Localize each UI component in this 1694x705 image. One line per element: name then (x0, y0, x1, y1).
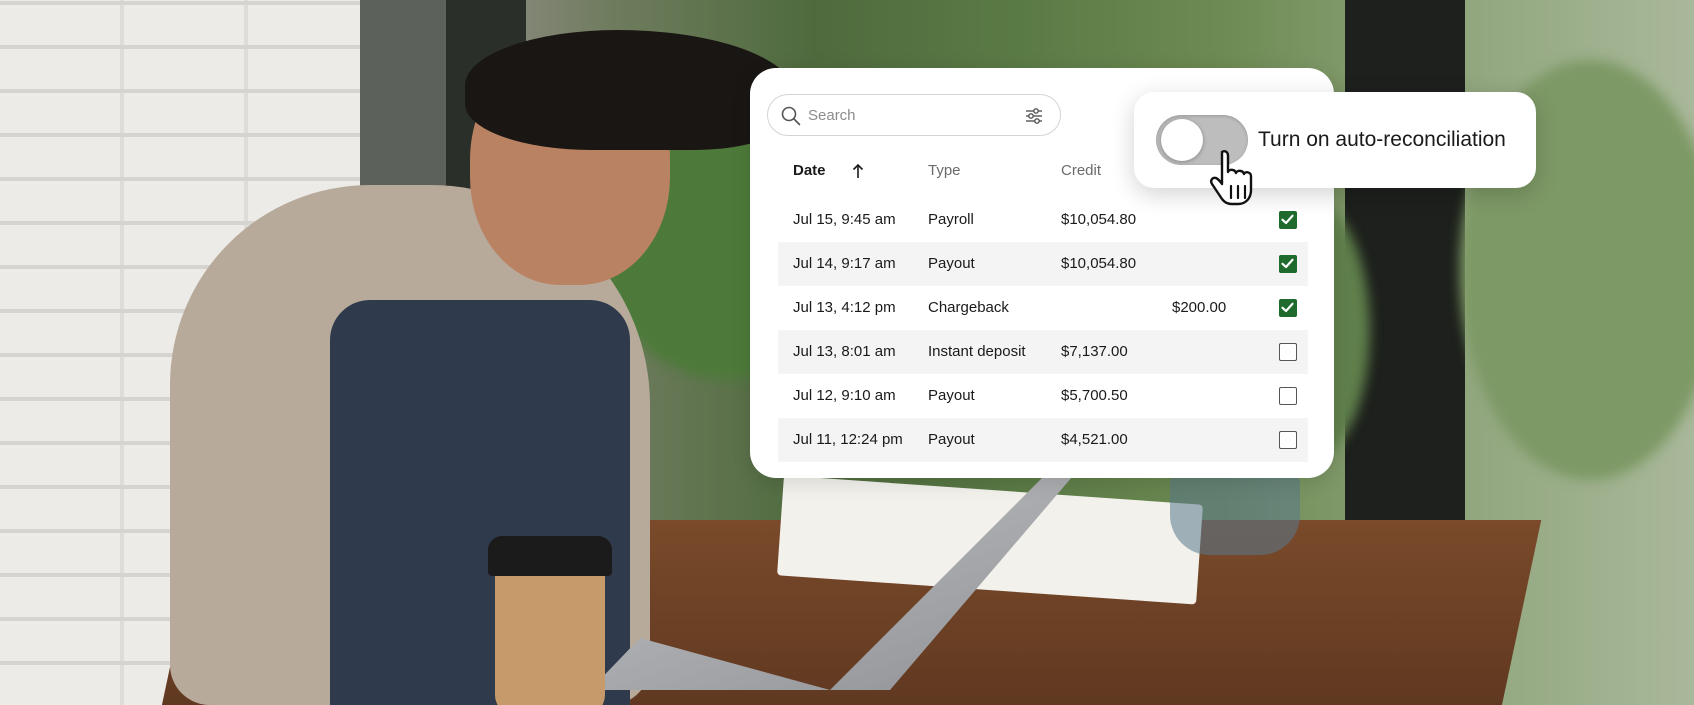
auto-reconciliation-label: Turn on auto-reconciliation (1258, 128, 1506, 151)
cell-date: Jul 13, 8:01 am (793, 343, 896, 360)
column-header-credit[interactable]: Credit (1061, 156, 1101, 186)
reconcile-checkbox[interactable] (1279, 299, 1297, 317)
cell-credit: $7,137.00 (1061, 343, 1128, 360)
column-header-date-label: Date (793, 162, 826, 179)
reconcile-checkbox[interactable] (1279, 343, 1297, 361)
cell-type: Payout (928, 255, 975, 272)
table-row[interactable]: Jul 11, 12:24 pm Payout $4,521.00 (778, 418, 1308, 462)
table-row[interactable]: Jul 13, 8:01 am Instant deposit $7,137.0… (778, 330, 1308, 374)
hand-pointer-icon (1210, 150, 1253, 206)
search-icon (781, 106, 801, 126)
cell-type: Instant deposit (928, 343, 1026, 360)
column-header-type[interactable]: Type (928, 156, 961, 186)
reconcile-checkbox[interactable] (1279, 255, 1297, 273)
table-row[interactable]: Jul 13, 4:12 pm Chargeback $200.00 (778, 286, 1308, 330)
toggle-knob[interactable] (1161, 119, 1203, 161)
cell-type: Payout (928, 431, 975, 448)
coffee-cup-lid (488, 536, 612, 576)
person-hair (465, 30, 795, 150)
cell-credit: $10,054.80 (1061, 255, 1137, 272)
table-body: Jul 15, 9:45 am Payroll $10,054.80 Jul 1… (778, 198, 1308, 462)
cell-credit: $4,521.00 (1061, 431, 1128, 448)
checkmark-icon (1281, 214, 1294, 225)
column-header-date[interactable]: Date (793, 156, 864, 186)
cell-date: Jul 15, 9:45 am (793, 211, 896, 228)
checkmark-icon (1281, 258, 1294, 269)
search-input[interactable] (808, 103, 1008, 127)
cell-credit: $5,700.50 (1061, 387, 1128, 404)
reconcile-checkbox[interactable] (1279, 431, 1297, 449)
arrow-up-icon[interactable] (851, 163, 865, 179)
cell-credit: $10,054.80 (1061, 211, 1137, 228)
cell-date: Jul 12, 9:10 am (793, 387, 896, 404)
cell-debit: $200.00 (1172, 299, 1227, 316)
reconcile-checkbox[interactable] (1279, 211, 1297, 229)
sliders-icon[interactable] (1024, 106, 1044, 126)
table-row[interactable]: Jul 14, 9:17 am Payout $10,054.80 (778, 242, 1308, 286)
reconcile-checkbox[interactable] (1279, 387, 1297, 405)
search-bar[interactable] (767, 94, 1061, 136)
cell-date: Jul 11, 12:24 pm (793, 431, 903, 448)
cell-date: Jul 14, 9:17 am (793, 255, 896, 272)
cell-date: Jul 13, 4:12 pm (793, 299, 896, 316)
cell-type: Payroll (928, 211, 974, 228)
glass-vase (1170, 465, 1300, 555)
auto-reconciliation-card: Turn on auto-reconciliation (1134, 92, 1536, 188)
cell-type: Payout (928, 387, 975, 404)
cell-type: Chargeback (928, 299, 1009, 316)
checkmark-icon (1281, 302, 1294, 313)
table-row[interactable]: Jul 12, 9:10 am Payout $5,700.50 (778, 374, 1308, 418)
